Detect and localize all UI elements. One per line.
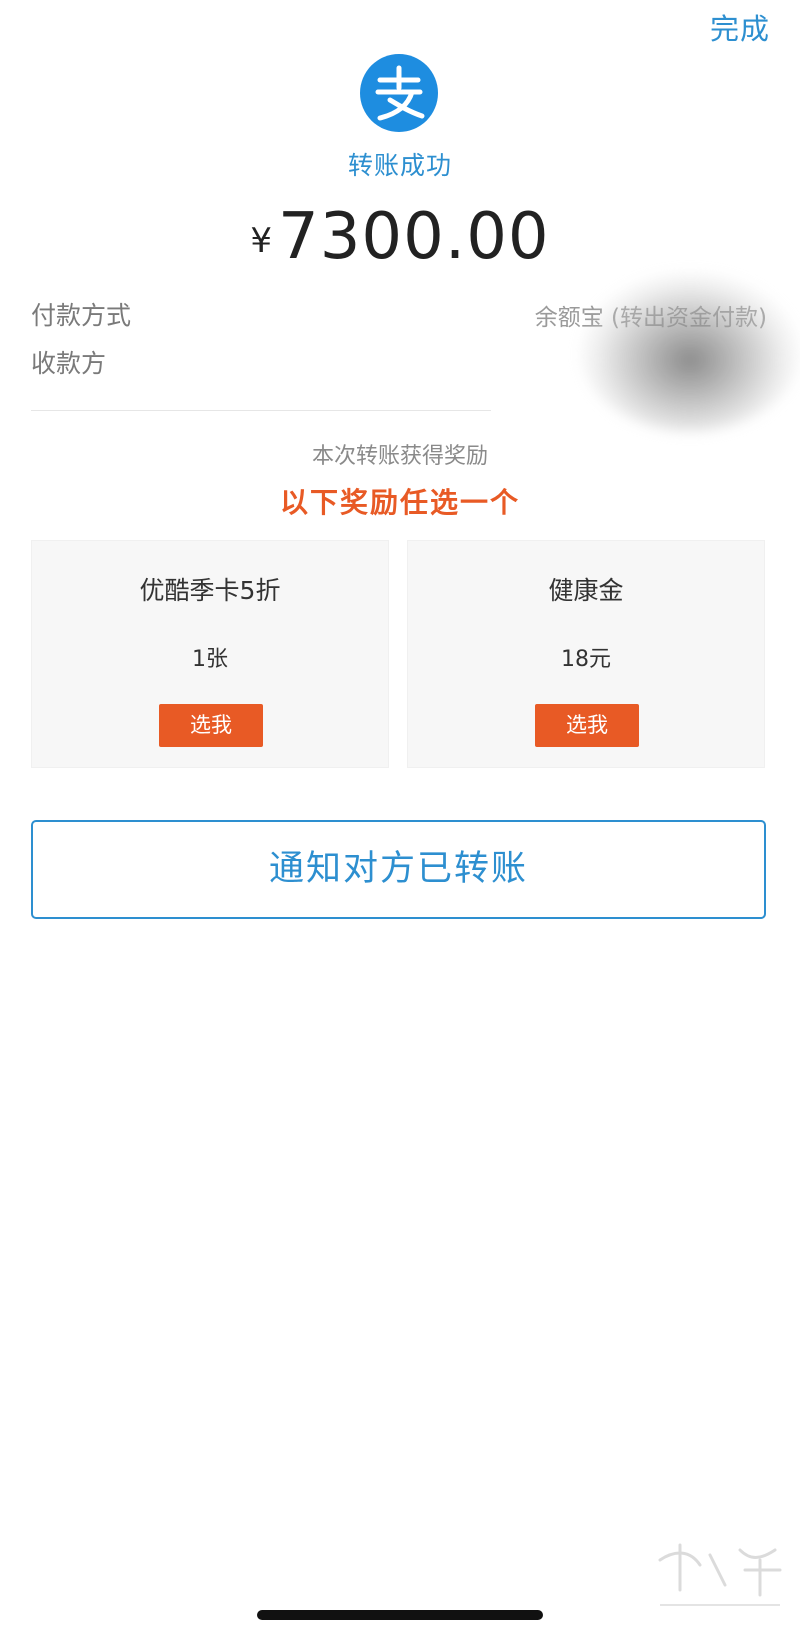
reward-card-value: 1张 bbox=[192, 647, 228, 672]
divider bbox=[31, 410, 491, 411]
currency-symbol: ¥ bbox=[250, 221, 272, 261]
select-reward-button[interactable]: 选我 bbox=[159, 704, 263, 747]
reward-card-youku: 优酷季卡5折 1张 选我 bbox=[31, 540, 389, 768]
reward-title: 以下奖励任选一个 bbox=[279, 486, 520, 519]
alipay-logo-icon bbox=[360, 54, 438, 132]
reward-card-name: 健康金 bbox=[548, 576, 624, 605]
watermark-logo bbox=[658, 1543, 782, 1606]
reward-card-name: 优酷季卡5折 bbox=[139, 576, 281, 605]
select-reward-button[interactable]: 选我 bbox=[535, 704, 639, 747]
amount-display: ¥7300.00 bbox=[0, 200, 800, 274]
done-button[interactable]: 完成 bbox=[710, 6, 770, 48]
reward-card-health: 健康金 18元 选我 bbox=[407, 540, 765, 768]
home-indicator bbox=[257, 1610, 543, 1620]
payee-label: 收款方 bbox=[31, 349, 107, 378]
status-title: 转账成功 bbox=[347, 151, 452, 180]
payment-method-label: 付款方式 bbox=[31, 301, 132, 330]
reward-subtitle: 本次转账获得奖励 bbox=[311, 444, 488, 469]
amount-value: 7300.00 bbox=[277, 200, 550, 274]
redaction-blur bbox=[580, 272, 800, 432]
reward-card-value: 18元 bbox=[561, 647, 611, 672]
notify-payee-button[interactable]: 通知对方已转账 bbox=[31, 820, 766, 919]
